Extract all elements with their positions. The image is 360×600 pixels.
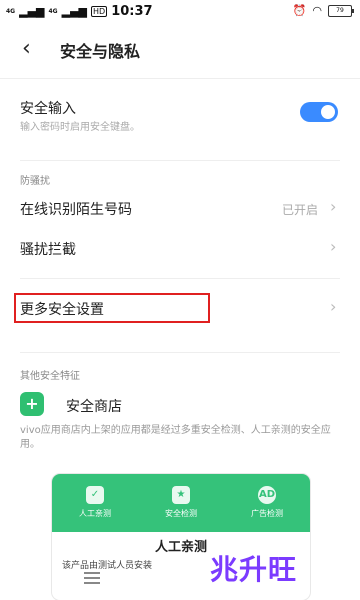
chevron-right-icon: › (330, 237, 337, 256)
clock: 10:37 (111, 4, 153, 19)
star-shield-icon: ★ (172, 486, 190, 504)
card-tab-label: 广告检测 (251, 509, 283, 518)
anti-harass-label: 防骚扰 (20, 176, 50, 187)
wifi-icon: ◠ (312, 4, 322, 17)
list-item-harass-block[interactable]: 骚扰拦截 › (0, 233, 360, 263)
menu-icon[interactable] (84, 572, 100, 584)
other-features-label: 其他安全特征 (20, 371, 80, 382)
secure-input-title: 安全输入 (20, 101, 76, 117)
status-right: ⏰ ◠ 79 (292, 4, 354, 17)
list-item-stranger-id[interactable]: 在线识别陌生号码 已开启 › (0, 193, 360, 223)
hd-badge: HD (91, 6, 108, 17)
card-tab-ad[interactable]: AD 广告检测 (224, 486, 310, 519)
shield-plus-icon: + (20, 392, 44, 416)
watermark-logo: 兆升旺 (210, 553, 298, 586)
card-tab-manual[interactable]: ✓ 人工亲测 (52, 486, 138, 519)
security-store-row[interactable]: + 安全商店 (0, 390, 360, 420)
list-item-label: 在线识别陌生号码 (20, 202, 132, 218)
status-left: 4G ▂▄▆ 4G ▂▄▆ HD 10:37 (6, 4, 153, 19)
more-security-settings-row[interactable]: 更多安全设置 › (0, 293, 360, 323)
chevron-right-icon: › (330, 297, 337, 316)
card-tab-label: 人工亲测 (79, 509, 111, 518)
toggle-knob (319, 103, 337, 121)
list-item-label: 骚扰拦截 (20, 242, 76, 258)
alarm-icon: ⏰ (292, 4, 307, 17)
divider (0, 78, 360, 79)
battery-level: 79 (336, 6, 344, 14)
check-shield-icon: ✓ (86, 486, 104, 504)
header: ‹ 安全与隐私 (0, 28, 360, 68)
page-title: 安全与隐私 (60, 42, 141, 61)
more-settings-label: 更多安全设置 (20, 302, 104, 318)
signal-label-2: 4G (48, 7, 58, 15)
secure-input-subtitle: 输入密码时启用安全键盘。 (20, 122, 140, 133)
store-description: vivo应用商店内上架的应用都是经过多重安全检测、人工亲测的安全应用。 (20, 425, 331, 450)
secure-input-row: 安全输入 输入密码时启用安全键盘。 (0, 92, 360, 140)
ad-badge-icon: AD (258, 486, 276, 504)
battery-icon: 79 (328, 4, 354, 17)
back-arrow-icon[interactable]: ‹ (22, 36, 31, 61)
card-tab-security[interactable]: ★ 安全检测 (138, 486, 224, 519)
card-header: ✓ 人工亲测 ★ 安全检测 AD 广告检测 (52, 474, 310, 532)
divider (20, 160, 340, 161)
secure-input-toggle[interactable] (300, 102, 338, 122)
card-text: 该产品由测试人员安装 (62, 561, 153, 571)
divider (20, 278, 340, 279)
signal-label-1: 4G (6, 7, 16, 15)
chevron-right-icon: › (330, 197, 337, 216)
security-store-label: 安全商店 (66, 399, 122, 415)
signal-icon: ▂▄▆ (19, 5, 45, 18)
signal-icon-2: ▂▄▆ (61, 5, 87, 18)
status-text: 已开启 (282, 203, 319, 217)
divider (20, 352, 340, 353)
status-bar: 4G ▂▄▆ 4G ▂▄▆ HD 10:37 ⏰ ◠ 79 (0, 0, 360, 22)
card-tab-label: 安全检测 (165, 509, 197, 518)
